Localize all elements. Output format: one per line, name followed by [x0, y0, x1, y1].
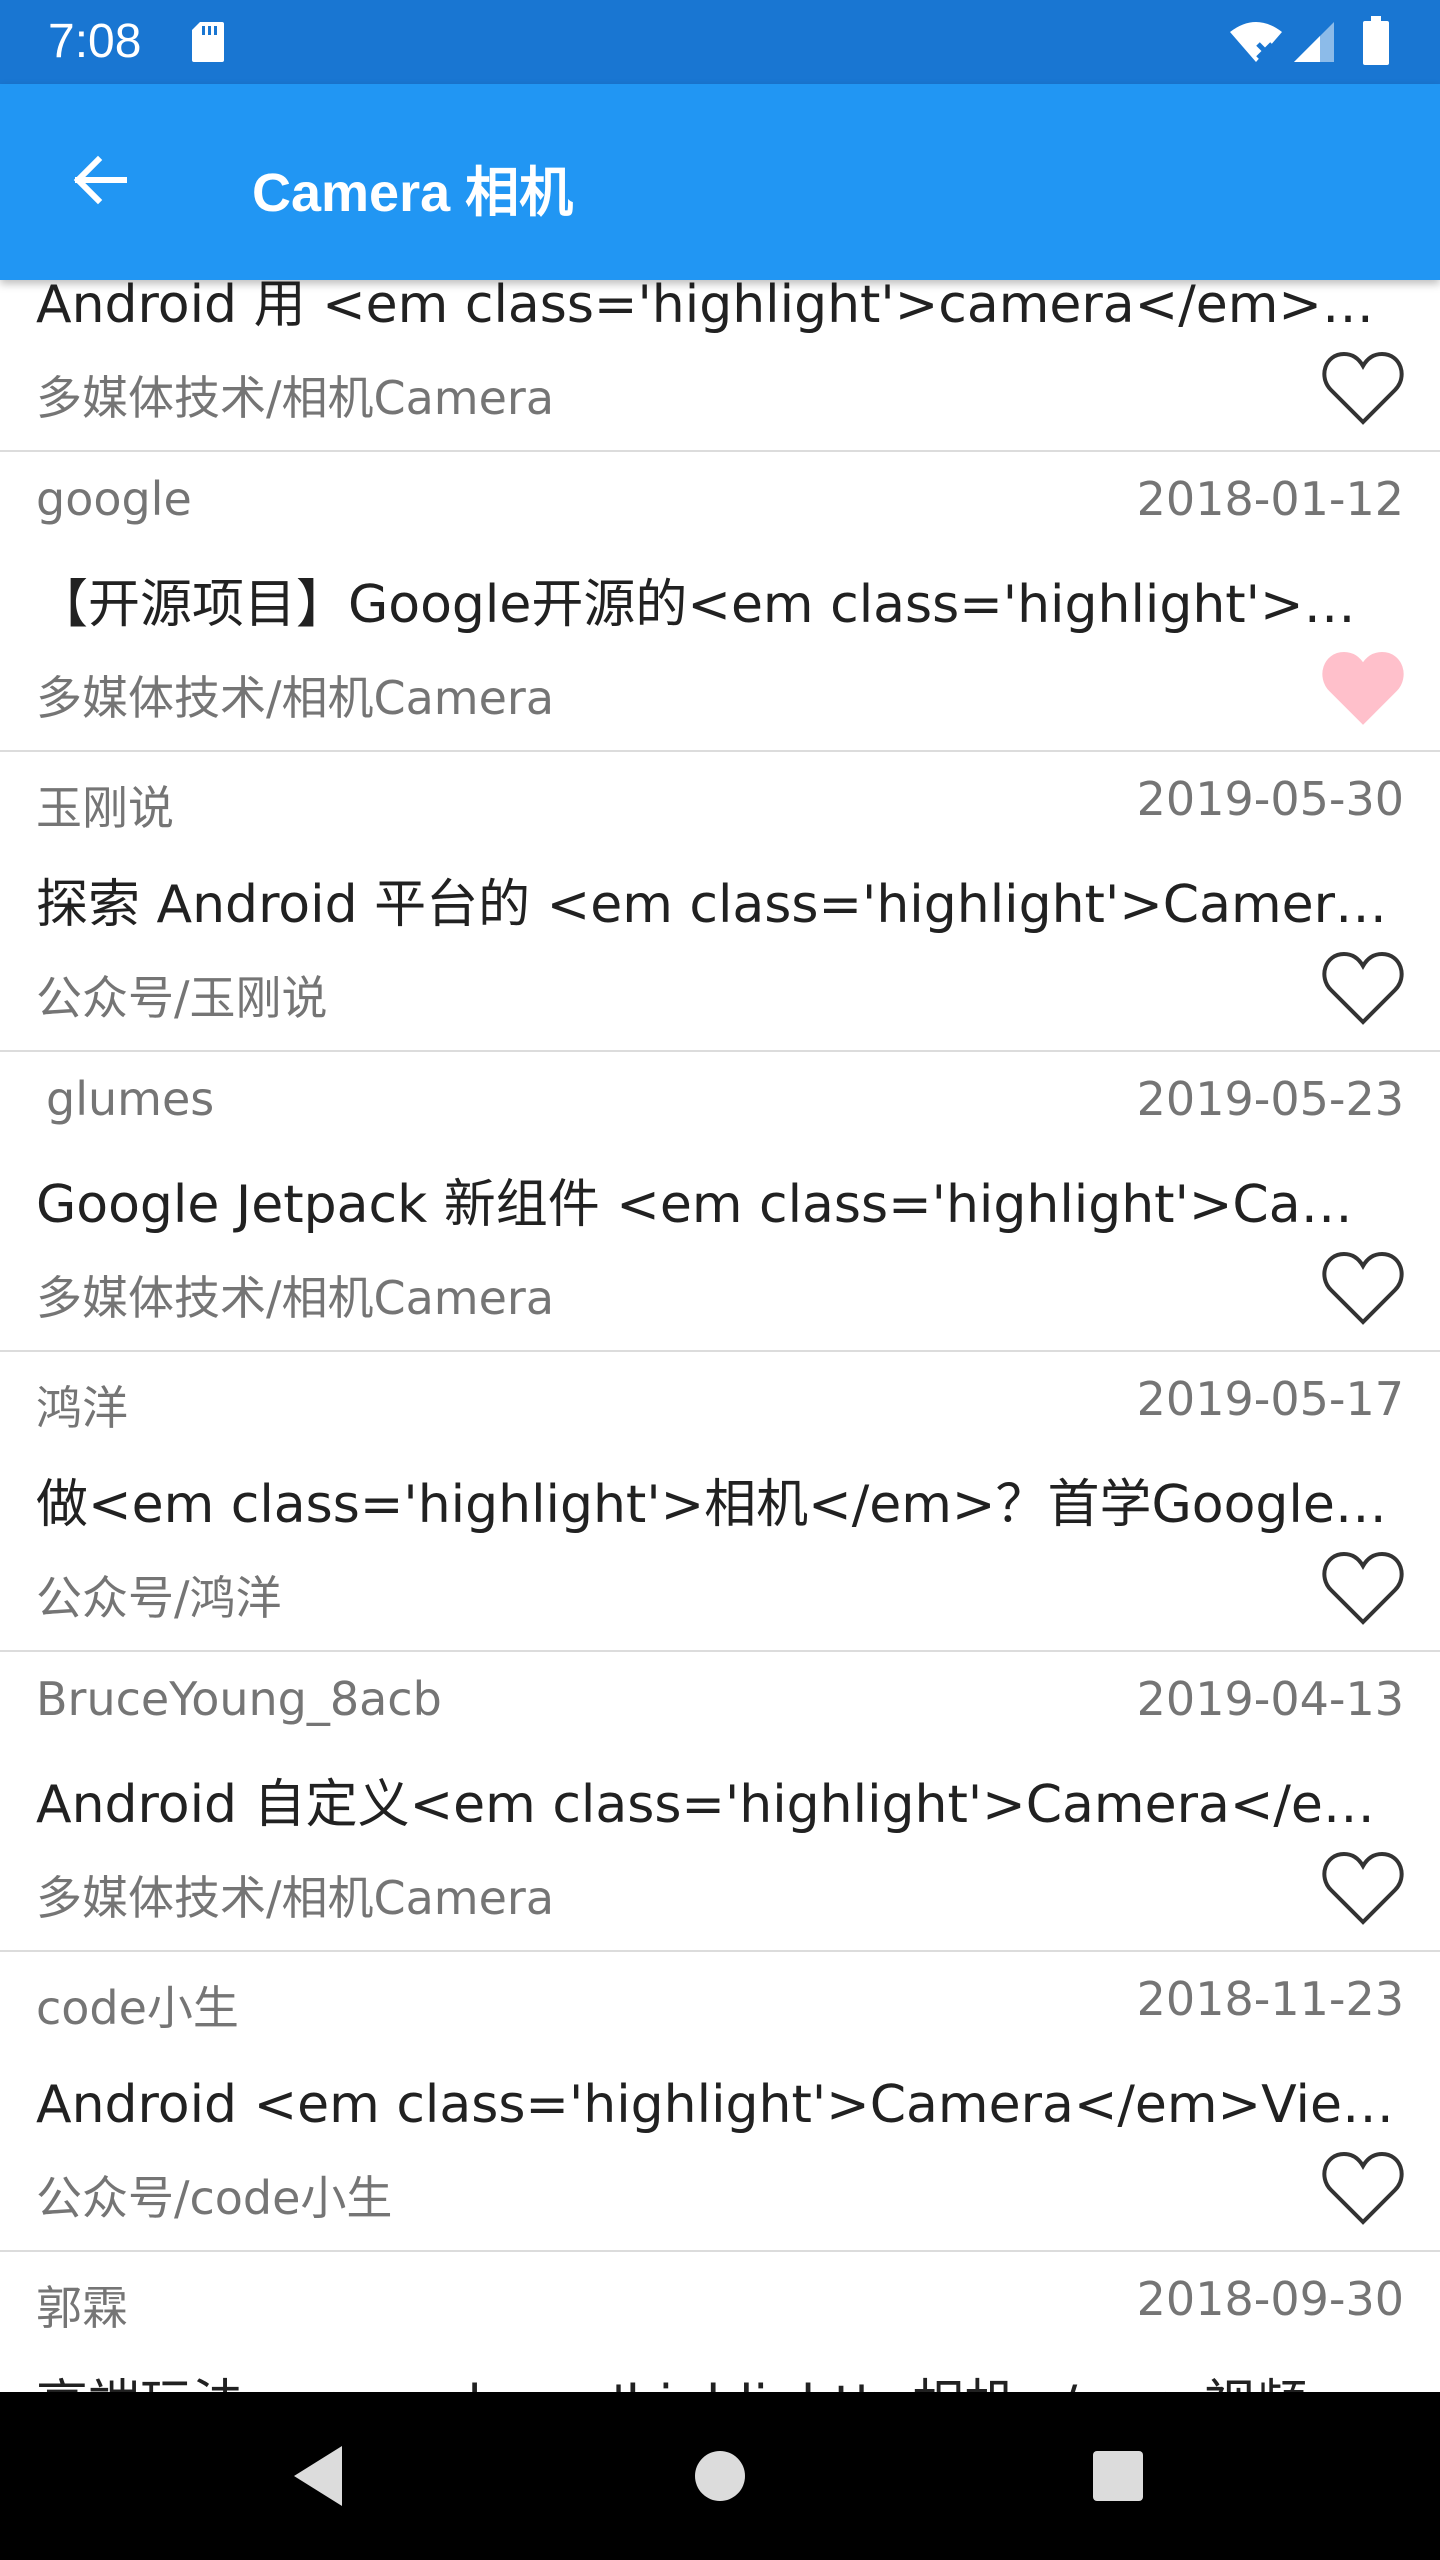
- article-title: 做<em class='highlight'>相机</em>？首学Google …: [36, 1475, 1398, 1535]
- article-author: glumes: [46, 1072, 215, 1126]
- article-date: 2019-04-13: [1136, 1672, 1404, 1726]
- article-author: 郭霖: [36, 2281, 128, 2335]
- article-category[interactable]: 多媒体技术/相机Camera: [36, 1862, 554, 1928]
- article-category[interactable]: 公众号/玉刚说: [36, 962, 328, 1028]
- article-title: Android 用 <em class='highlight'>camera</…: [36, 280, 1398, 335]
- article-author: 玉刚说: [36, 781, 174, 835]
- article-category[interactable]: 多媒体技术/相机Camera: [36, 362, 554, 428]
- system-navigation-bar: [0, 2392, 1440, 2560]
- favorite-heart-icon[interactable]: [1320, 348, 1406, 428]
- article-date: 2018-01-12: [1136, 472, 1404, 526]
- article-list[interactable]: Android 用 <em class='highlight'>camera</…: [0, 280, 1440, 2392]
- article-date: 2019-05-17: [1136, 1372, 1404, 1426]
- article-title: Android <em class='highlight'>Camera</em…: [36, 2075, 1398, 2135]
- article-item[interactable]: BruceYoung_8acb 2019-04-13 Android 自定义<e…: [0, 1652, 1440, 1952]
- article-item[interactable]: google 2018-01-12 【开源项目】Google开源的<em cla…: [0, 452, 1440, 752]
- article-title: Google Jetpack 新组件 <em class='highlight'…: [36, 1175, 1398, 1235]
- nav-recents-icon[interactable]: [1092, 2450, 1144, 2502]
- article-date: 2018-09-30: [1136, 2272, 1404, 2326]
- article-item[interactable]: 玉刚说 2019-05-30 探索 Android 平台的 <em class=…: [0, 752, 1440, 1052]
- article-author: google: [36, 472, 192, 526]
- article-title: Android 自定义<em class='highlight'>Camera<…: [36, 1775, 1398, 1835]
- article-item[interactable]: glumes 2019-05-23 Google Jetpack 新组件 <em…: [0, 1052, 1440, 1352]
- nav-back-icon[interactable]: [290, 2442, 346, 2510]
- favorite-heart-icon[interactable]: [1320, 948, 1406, 1028]
- article-title: 【开源项目】Google开源的<em class='highlight'>相机<…: [36, 575, 1398, 635]
- page-title: Camera 相机: [252, 163, 574, 223]
- article-title: 高端玩法，<em class='highlight'>相机</em>视频流采集: [36, 2362, 1398, 2392]
- article-author: 鸿洋: [36, 1381, 128, 1435]
- back-button[interactable]: [56, 136, 144, 224]
- battery-icon: [1363, 16, 1389, 65]
- article-title: 探索 Android 平台的 <em class='highlight'>Cam…: [36, 875, 1398, 935]
- article-date: 2019-05-23: [1136, 1072, 1404, 1126]
- favorite-heart-filled-icon[interactable]: [1320, 648, 1406, 728]
- article-item[interactable]: code小生 2018-11-23 Android <em class='hig…: [0, 1952, 1440, 2252]
- article-item[interactable]: 鸿洋 2019-05-17 做<em class='highlight'>相机<…: [0, 1352, 1440, 1652]
- article-author: BruceYoung_8acb: [36, 1672, 442, 1726]
- favorite-heart-icon[interactable]: [1320, 1848, 1406, 1928]
- article-category[interactable]: 公众号/code小生: [36, 2162, 392, 2228]
- wifi-icon: [1230, 22, 1282, 62]
- article-category[interactable]: 多媒体技术/相机Camera: [36, 662, 554, 728]
- favorite-heart-icon[interactable]: [1320, 2148, 1406, 2228]
- arrow-back-icon: [73, 155, 127, 205]
- article-date: 2018-11-23: [1136, 1972, 1404, 2026]
- app-bar: Camera 相机: [0, 84, 1440, 280]
- article-item[interactable]: 郭霖 2018-09-30 高端玩法，<em class='highlight'…: [0, 2252, 1440, 2392]
- status-time: 7:08: [48, 15, 142, 68]
- cellular-signal-icon: [1294, 22, 1334, 62]
- article-category[interactable]: 多媒体技术/相机Camera: [36, 1262, 554, 1328]
- article-item[interactable]: Android 用 <em class='highlight'>camera</…: [0, 280, 1440, 452]
- favorite-heart-icon[interactable]: [1320, 1248, 1406, 1328]
- article-author: code小生: [36, 1981, 239, 2035]
- sd-card-icon: [192, 22, 224, 62]
- article-date: 2019-05-30: [1136, 772, 1404, 826]
- favorite-heart-icon[interactable]: [1320, 1548, 1406, 1628]
- article-list-content: Android 用 <em class='highlight'>camera</…: [0, 280, 1440, 2392]
- nav-home-icon[interactable]: [694, 2450, 746, 2502]
- article-category[interactable]: 公众号/鸿洋: [36, 1562, 282, 1628]
- status-bar: 7:08: [0, 0, 1440, 84]
